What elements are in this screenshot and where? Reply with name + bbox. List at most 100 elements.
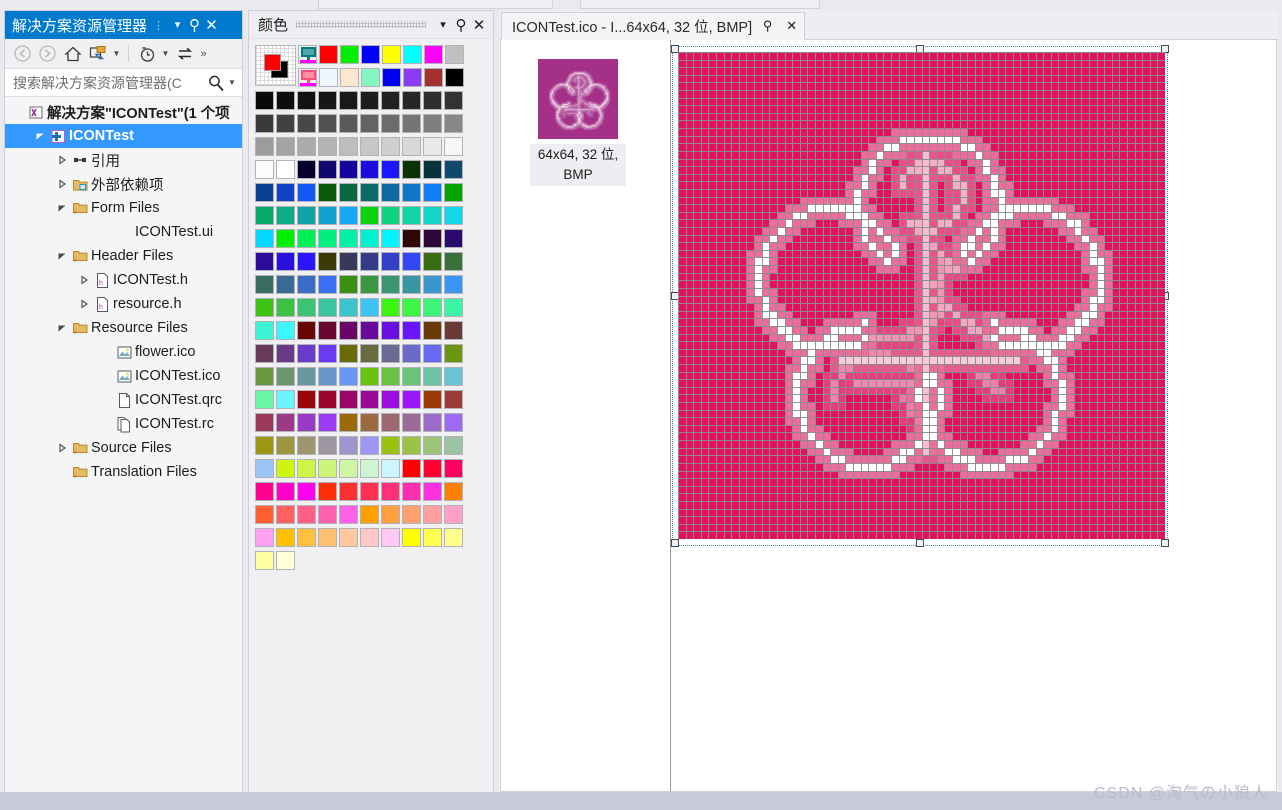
tree-item[interactable]: ICONTest.ui <box>5 220 242 244</box>
palette-swatch[interactable] <box>297 528 316 547</box>
palette-swatch[interactable] <box>445 68 464 87</box>
palette-swatch[interactable] <box>360 528 379 547</box>
palette-swatch[interactable] <box>297 275 316 294</box>
palette-swatch[interactable] <box>423 160 442 179</box>
palette-swatch[interactable] <box>445 45 464 64</box>
palette-swatch[interactable] <box>423 114 442 133</box>
palette-swatch[interactable] <box>297 183 316 202</box>
panel-dropdown-button[interactable]: ▾ <box>169 14 186 36</box>
palette-swatch[interactable] <box>318 482 337 501</box>
palette-swatch[interactable] <box>444 298 463 317</box>
palette-swatch[interactable] <box>423 252 442 271</box>
tree-item[interactable]: h ICONTest.h <box>5 268 242 292</box>
palette-swatch[interactable] <box>276 206 295 225</box>
colors-pin-button[interactable]: ⚲ <box>452 14 470 36</box>
palette-swatch[interactable] <box>423 459 442 478</box>
resize-handle-sw[interactable] <box>671 539 679 547</box>
palette-swatch[interactable] <box>360 137 379 156</box>
palette-swatch[interactable] <box>402 160 421 179</box>
palette-swatch[interactable] <box>276 344 295 363</box>
palette-swatch[interactable] <box>255 160 274 179</box>
palette-swatch[interactable] <box>318 229 337 248</box>
palette-swatch[interactable] <box>361 68 380 87</box>
palette-swatch[interactable] <box>318 413 337 432</box>
palette-swatch[interactable] <box>339 528 358 547</box>
tree-item[interactable]: 解决方案"ICONTest"(1 个项 <box>5 100 242 124</box>
palette-swatch[interactable] <box>382 68 401 87</box>
tree-item[interactable]: ICONTest.rc <box>5 412 242 436</box>
palette-swatch[interactable] <box>255 183 274 202</box>
palette-swatch[interactable] <box>360 390 379 409</box>
palette-swatch[interactable] <box>339 298 358 317</box>
palette-swatch[interactable] <box>381 91 400 110</box>
palette-swatch[interactable] <box>318 367 337 386</box>
palette-swatch[interactable] <box>381 206 400 225</box>
palette-swatch[interactable] <box>339 321 358 340</box>
palette-swatch[interactable] <box>444 91 463 110</box>
palette-swatch[interactable] <box>444 482 463 501</box>
palette-swatch[interactable] <box>444 344 463 363</box>
palette-swatch[interactable] <box>444 367 463 386</box>
palette-swatch[interactable] <box>423 91 442 110</box>
palette-swatch[interactable] <box>276 229 295 248</box>
palette-swatch[interactable] <box>444 436 463 455</box>
palette-swatch[interactable] <box>360 160 379 179</box>
palette-swatch[interactable] <box>318 505 337 524</box>
palette-swatch[interactable] <box>255 91 274 110</box>
palette-swatch[interactable] <box>402 413 421 432</box>
palette-swatch[interactable] <box>276 505 295 524</box>
palette-swatch[interactable] <box>360 206 379 225</box>
palette-swatch[interactable] <box>360 91 379 110</box>
colors-dropdown-button[interactable]: ▾ <box>434 14 452 36</box>
current-color-swatch[interactable] <box>255 45 296 86</box>
palette-swatch[interactable] <box>339 505 358 524</box>
palette-swatch[interactable] <box>444 390 463 409</box>
palette-swatch[interactable] <box>276 367 295 386</box>
expander-collapsed-icon[interactable] <box>55 148 69 172</box>
tree-item[interactable]: 外部依赖项 <box>5 172 242 196</box>
palette-swatch[interactable] <box>423 367 442 386</box>
palette-swatch[interactable] <box>360 321 379 340</box>
palette-swatch[interactable] <box>276 551 295 570</box>
palette-swatch[interactable] <box>255 528 274 547</box>
palette-swatch[interactable] <box>381 321 400 340</box>
palette-swatch[interactable] <box>318 206 337 225</box>
palette-swatch[interactable] <box>444 183 463 202</box>
palette-swatch[interactable] <box>381 367 400 386</box>
palette-swatch[interactable] <box>360 275 379 294</box>
palette-swatch[interactable] <box>402 137 421 156</box>
palette-swatch[interactable] <box>276 160 295 179</box>
palette-swatch[interactable] <box>360 413 379 432</box>
tree-item[interactable]: Header Files <box>5 244 242 268</box>
palette-swatch[interactable] <box>381 482 400 501</box>
palette-swatch[interactable] <box>339 229 358 248</box>
palette-swatch[interactable] <box>297 344 316 363</box>
palette-swatch[interactable] <box>403 68 422 87</box>
palette-swatch[interactable] <box>297 229 316 248</box>
tab-icontest-ico[interactable]: ICONTest.ico - I...64x64, 32 位, BMP] ⚲ ✕ <box>501 12 806 40</box>
search-icon[interactable] <box>206 73 226 93</box>
palette-swatch[interactable] <box>339 114 358 133</box>
palette-swatch[interactable] <box>423 137 442 156</box>
palette-swatch[interactable] <box>423 390 442 409</box>
palette-swatch[interactable] <box>297 137 316 156</box>
resize-handle-se[interactable] <box>1161 539 1169 547</box>
palette-swatch[interactable] <box>255 436 274 455</box>
palette-swatch[interactable] <box>444 252 463 271</box>
tree-item[interactable]: Translation Files <box>5 460 242 484</box>
palette-swatch[interactable] <box>423 413 442 432</box>
palette-swatch[interactable] <box>381 413 400 432</box>
home-icon[interactable] <box>61 42 84 65</box>
palette-swatch[interactable] <box>255 390 274 409</box>
palette-swatch[interactable] <box>423 505 442 524</box>
palette-swatch[interactable] <box>276 252 295 271</box>
palette-swatch[interactable] <box>255 505 274 524</box>
palette-swatch[interactable] <box>402 229 421 248</box>
expander-collapsed-icon[interactable] <box>55 436 69 460</box>
palette-swatch[interactable] <box>402 114 421 133</box>
sync-with-active-document-icon[interactable] <box>86 42 109 65</box>
colors-close-button[interactable]: ✕ <box>470 14 488 36</box>
palette-swatch[interactable] <box>402 367 421 386</box>
palette-swatch[interactable] <box>318 160 337 179</box>
palette-swatch[interactable] <box>318 114 337 133</box>
